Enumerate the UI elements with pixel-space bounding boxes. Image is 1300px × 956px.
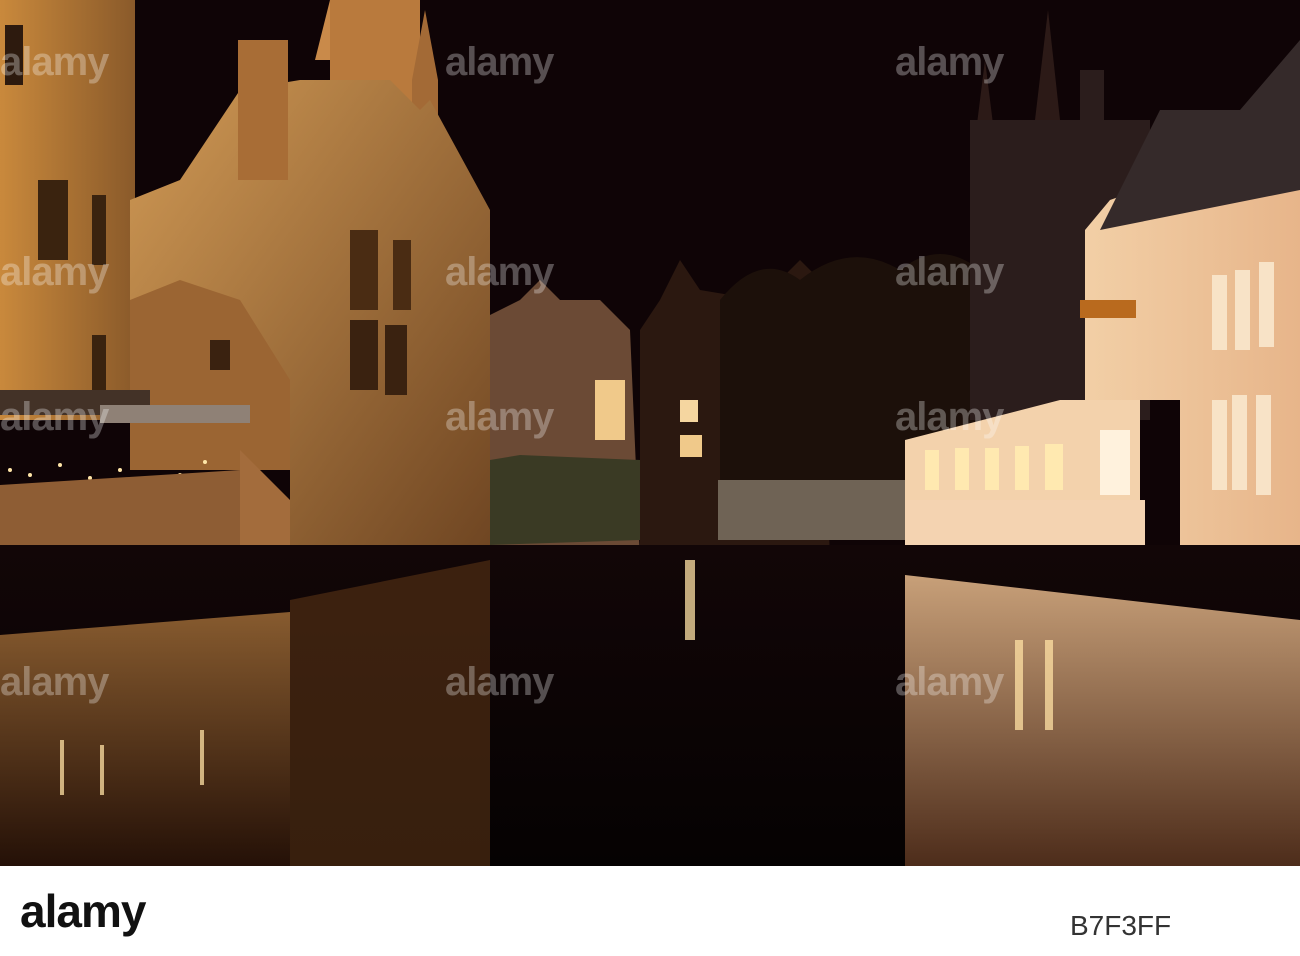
alamy-logo: alamy <box>20 884 146 938</box>
photo <box>0 0 1300 866</box>
night-canal-scene <box>0 0 1300 866</box>
logo-text: alamy <box>20 885 146 937</box>
image-id: B7F3FF <box>1070 910 1172 941</box>
